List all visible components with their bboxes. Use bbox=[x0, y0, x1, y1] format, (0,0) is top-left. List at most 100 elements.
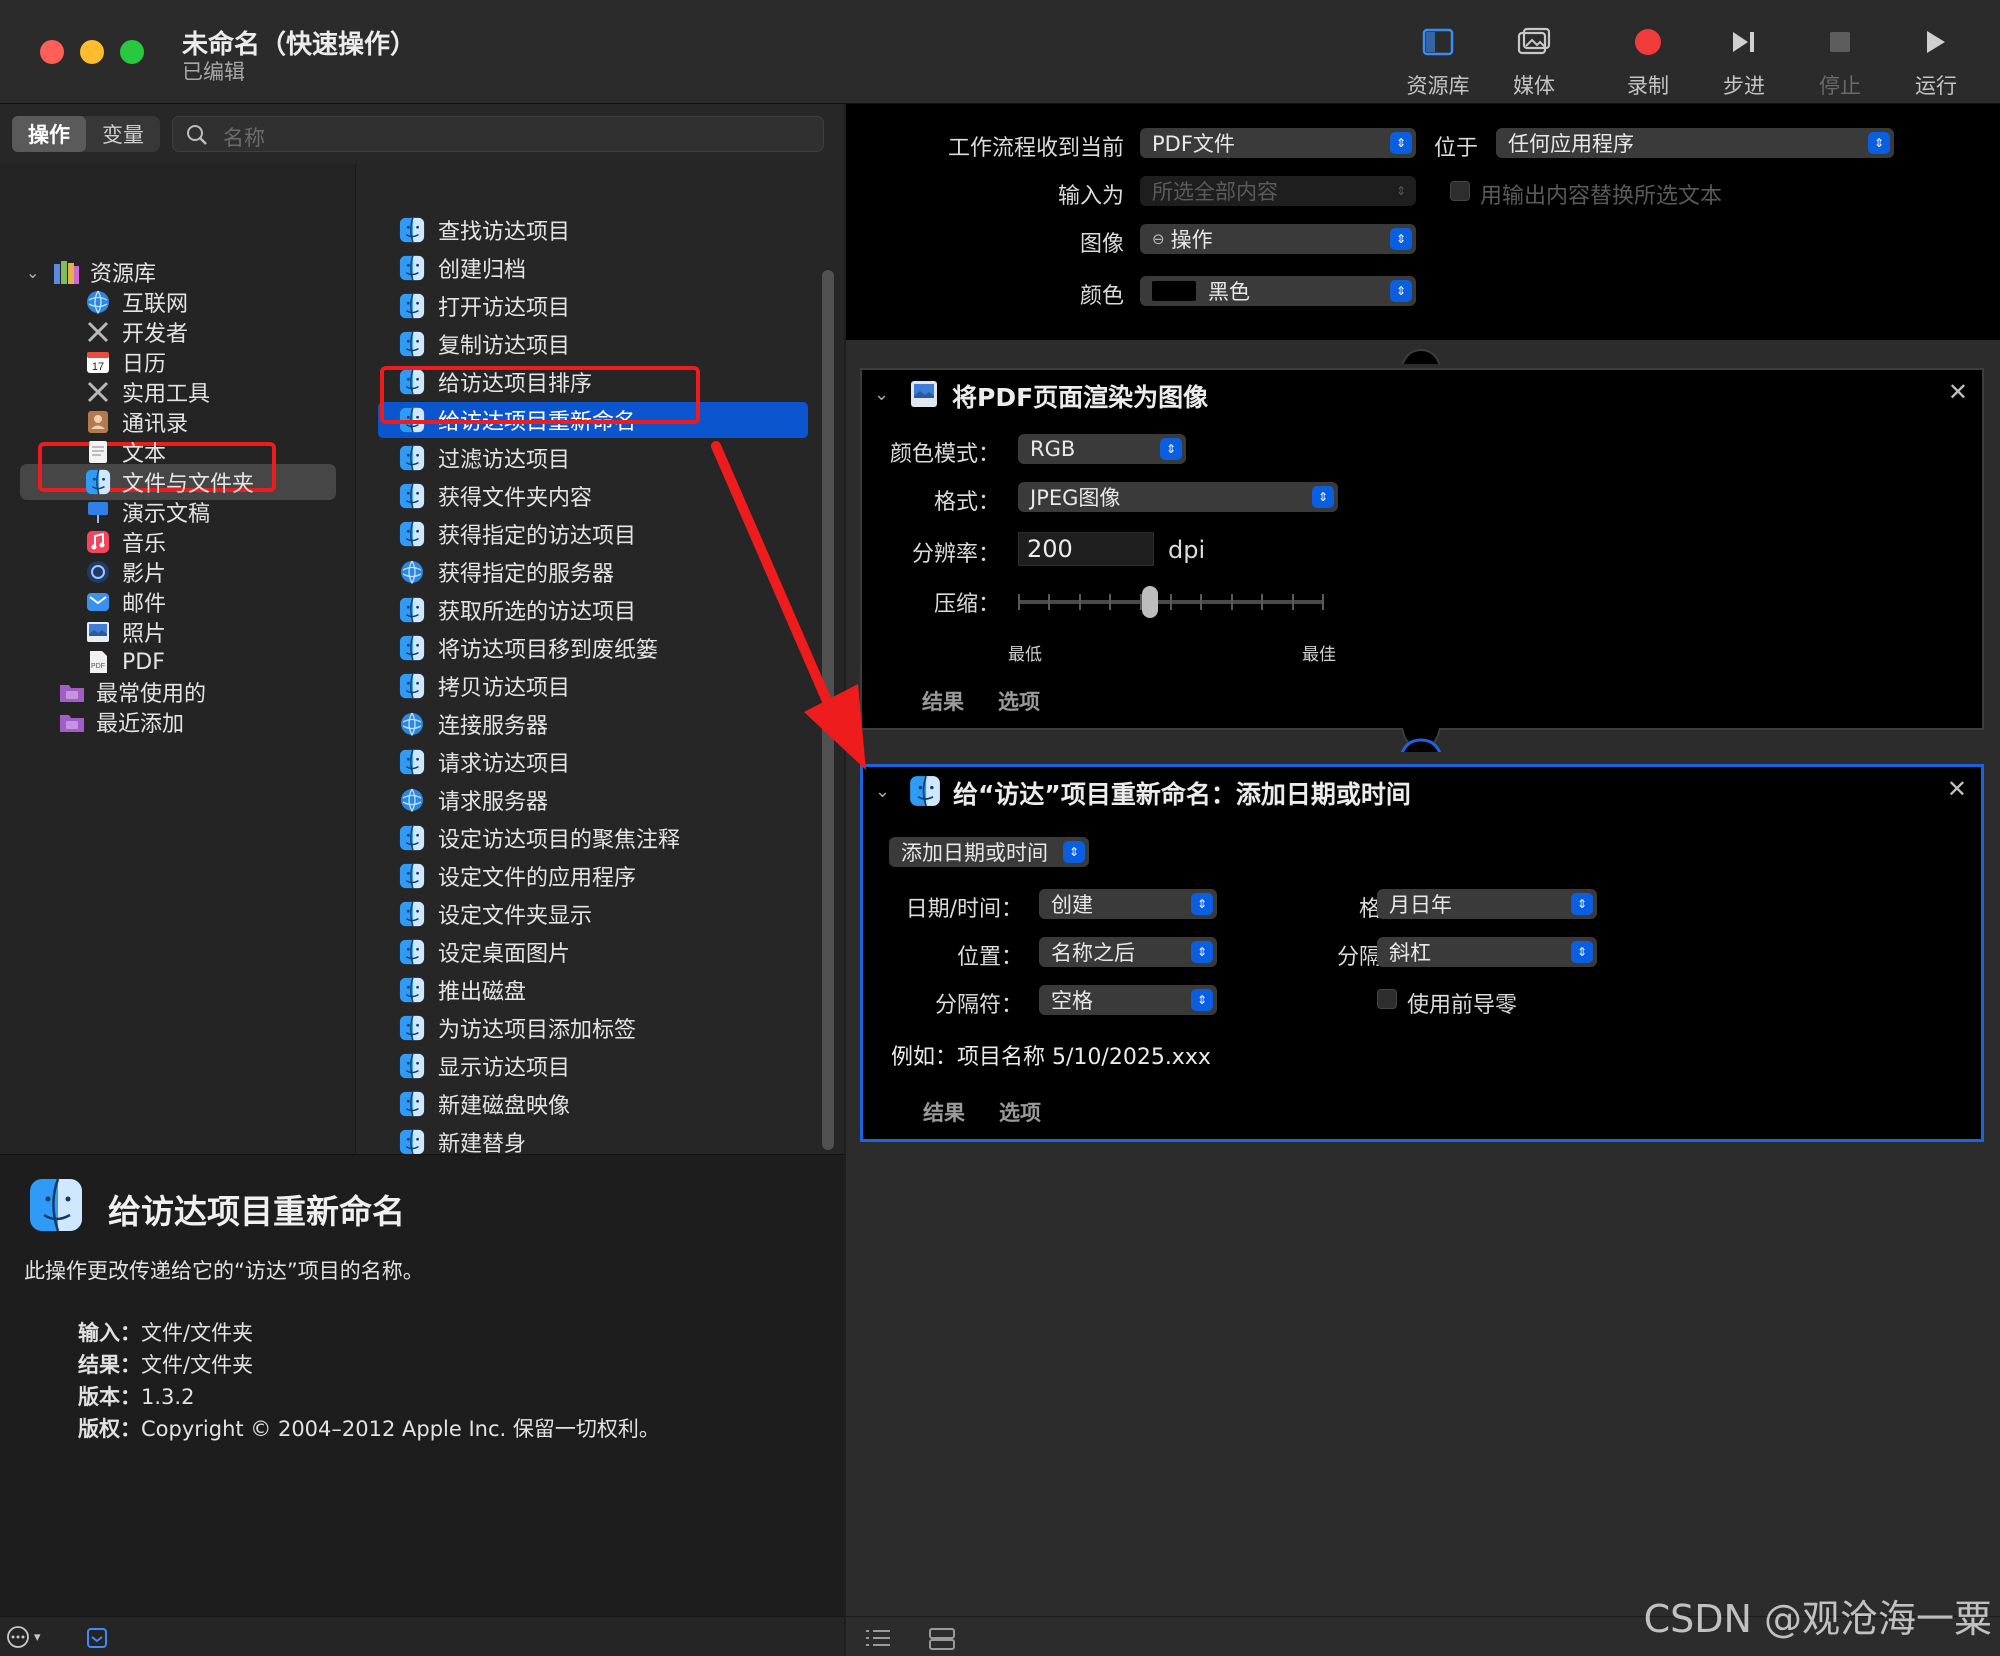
finder-icon bbox=[398, 1090, 426, 1118]
sidebar-item-label: 最常使用的 bbox=[96, 682, 207, 707]
action-item[interactable]: 新建磁盘映像 bbox=[378, 1086, 808, 1122]
color-mode-popup[interactable]: RGB ⇕ bbox=[1018, 434, 1186, 464]
sidebar-item-label: 日历 bbox=[122, 352, 167, 377]
collapse-chevron-icon[interactable]: ⌄ bbox=[875, 781, 890, 802]
photos-icon bbox=[84, 618, 112, 646]
replace-text-checkbox[interactable] bbox=[1450, 181, 1470, 201]
action-item[interactable]: 为访达项目添加标签 bbox=[378, 1010, 808, 1046]
close-icon[interactable]: ✕ bbox=[1948, 378, 1968, 406]
close-window-button[interactable] bbox=[40, 40, 64, 64]
minimize-window-button[interactable] bbox=[80, 40, 104, 64]
slider-min-label: 最低 bbox=[1008, 645, 1042, 665]
compression-slider[interactable] bbox=[1018, 582, 1324, 622]
input-is-popup[interactable]: 所选全部内容 ⇕ bbox=[1140, 176, 1416, 206]
popup-arrows-icon: ⇕ bbox=[1395, 184, 1407, 198]
popup-arrows-icon: ⇕ bbox=[1868, 132, 1890, 154]
position-label: 位置： bbox=[956, 945, 1023, 970]
action-item[interactable]: 设定文件的应用程序 bbox=[378, 858, 808, 894]
pdf-icon: PDF bbox=[84, 648, 112, 676]
in-label: 位于 bbox=[1433, 136, 1478, 161]
library-button[interactable]: 资源库 bbox=[1392, 24, 1484, 98]
popup-arrows-icon: ⇕ bbox=[1571, 893, 1593, 915]
finder-icon bbox=[398, 748, 426, 776]
media-button[interactable]: 媒体 bbox=[1488, 24, 1580, 98]
stop-button[interactable]: 停止 bbox=[1794, 24, 1886, 98]
action-menu-button[interactable]: ▾ bbox=[6, 1625, 41, 1649]
sidebar-item-label: 互联网 bbox=[122, 292, 189, 317]
more-icon bbox=[7, 1626, 29, 1648]
card-title: 将PDF页面渲染为图像 bbox=[952, 383, 1209, 412]
application-popup[interactable]: 任何应用程序 ⇕ bbox=[1496, 128, 1894, 158]
search-input[interactable]: 名称 bbox=[172, 116, 824, 152]
render-pdf-action-card: ⌄ 将PDF页面渲染为图像 ✕ 颜色模式： RGB ⇕ 格式： JPEG图像 ⇕ 分… bbox=[860, 368, 1984, 730]
action-item[interactable]: 设定访达项目的聚焦注释 bbox=[378, 820, 808, 856]
date-separator-popup[interactable]: 斜杠 ⇕ bbox=[1377, 937, 1597, 967]
utilities-icon bbox=[84, 378, 112, 406]
sidebar-item-label: 通讯录 bbox=[122, 412, 189, 437]
finder-icon bbox=[398, 520, 426, 548]
action-item[interactable]: 设定桌面图片 bbox=[378, 934, 808, 970]
sidebar-item-label: 文本 bbox=[122, 442, 167, 467]
action-item-label: 过滤访达项目 bbox=[438, 448, 571, 473]
action-item[interactable]: 新建替身 bbox=[378, 1124, 808, 1154]
close-icon[interactable]: ✕ bbox=[1947, 775, 1967, 803]
action-item[interactable]: 查找访达项目 bbox=[378, 212, 808, 248]
receives-popup[interactable]: PDF文件 ⇕ bbox=[1140, 128, 1416, 158]
action-item[interactable]: 设定文件夹显示 bbox=[378, 896, 808, 932]
svg-text:PDF: PDF bbox=[91, 663, 105, 670]
color-popup[interactable]: 黑色 ⇕ bbox=[1140, 276, 1416, 306]
description-input: 输入：文件/文件夹 bbox=[78, 1321, 254, 1345]
resolution-field[interactable]: 200 bbox=[1018, 532, 1154, 566]
tab-options[interactable]: 选项 bbox=[998, 686, 1040, 716]
run-button[interactable]: 运行 bbox=[1890, 24, 1982, 98]
action-item[interactable]: 复制访达项目 bbox=[378, 326, 808, 362]
collapse-chevron-icon[interactable]: ⌄ bbox=[874, 384, 889, 405]
sidebar-item-15[interactable]: 最近添加 bbox=[0, 704, 356, 740]
popup-arrows-icon: ⇕ bbox=[1390, 280, 1412, 302]
zoom-window-button[interactable] bbox=[120, 40, 144, 64]
stop-icon bbox=[1794, 24, 1886, 60]
action-item[interactable]: 推出磁盘 bbox=[378, 972, 808, 1008]
finder-icon bbox=[398, 672, 426, 700]
date-format-popup[interactable]: 月日年 ⇕ bbox=[1377, 889, 1597, 919]
tab-variables[interactable]: 变量 bbox=[86, 116, 160, 152]
list-view-button[interactable] bbox=[864, 1627, 892, 1653]
slider-max-label: 最佳 bbox=[1302, 645, 1336, 665]
sidebar-item-label: 实用工具 bbox=[122, 382, 211, 407]
tab-options[interactable]: 选项 bbox=[999, 1097, 1041, 1127]
rename-mode-popup[interactable]: 添加日期或时间 ⇕ bbox=[889, 837, 1089, 867]
sidebar-item-label: 影片 bbox=[122, 562, 167, 587]
sidebar-item-label: 演示文稿 bbox=[122, 502, 211, 527]
step-button[interactable]: 步进 bbox=[1698, 24, 1790, 98]
leading-zero-checkbox[interactable] bbox=[1377, 989, 1397, 1009]
popup-arrows-icon: ⇕ bbox=[1390, 228, 1412, 250]
color-label: 颜色 bbox=[1079, 284, 1124, 309]
developer-tools-icon bbox=[84, 318, 112, 346]
description-title: 给访达项目重新命名 bbox=[108, 1192, 405, 1231]
input-is-label: 输入为 bbox=[1057, 184, 1124, 209]
description-toggle-button[interactable] bbox=[86, 1627, 108, 1653]
datetime-popup[interactable]: 创建 ⇕ bbox=[1039, 889, 1217, 919]
action-item-label: 获得指定的服务器 bbox=[438, 562, 615, 587]
position-popup[interactable]: 名称之后 ⇕ bbox=[1039, 937, 1217, 967]
left-pane: 操作 变量 名称 ⌄ 资源库 互联网 开发者 17 日历 实用工具 通讯录 文本 文件与文件夹 演示… bbox=[0, 104, 844, 1656]
contacts-icon bbox=[84, 408, 112, 436]
card-title: 给“访达”项目重新命名：添加日期或时间 bbox=[953, 780, 1411, 809]
slider-knob[interactable] bbox=[1142, 586, 1159, 618]
tab-results[interactable]: 结果 bbox=[923, 1097, 965, 1127]
action-item[interactable]: 打开访达项目 bbox=[378, 288, 808, 324]
tab-actions[interactable]: 操作 bbox=[12, 116, 86, 152]
image-popup[interactable]: ⊖ 操作 ⇕ bbox=[1140, 224, 1416, 254]
record-button[interactable]: 录制 bbox=[1602, 24, 1694, 98]
sidebar-item-label: 音乐 bbox=[122, 532, 167, 557]
action-item[interactable]: 请求服务器 bbox=[378, 782, 808, 818]
action-item[interactable]: 创建归档 bbox=[378, 250, 808, 286]
name-separator-popup[interactable]: 空格 ⇕ bbox=[1039, 985, 1217, 1015]
action-item[interactable]: 显示访达项目 bbox=[378, 1048, 808, 1084]
finder-icon bbox=[398, 216, 426, 244]
tab-results[interactable]: 结果 bbox=[922, 686, 964, 716]
chevron-down-icon[interactable]: ⌄ bbox=[26, 263, 44, 282]
log-view-button[interactable] bbox=[928, 1627, 956, 1655]
format-popup[interactable]: JPEG图像 ⇕ bbox=[1018, 482, 1338, 512]
sidebar-item-label: 文件与文件夹 bbox=[122, 472, 255, 497]
